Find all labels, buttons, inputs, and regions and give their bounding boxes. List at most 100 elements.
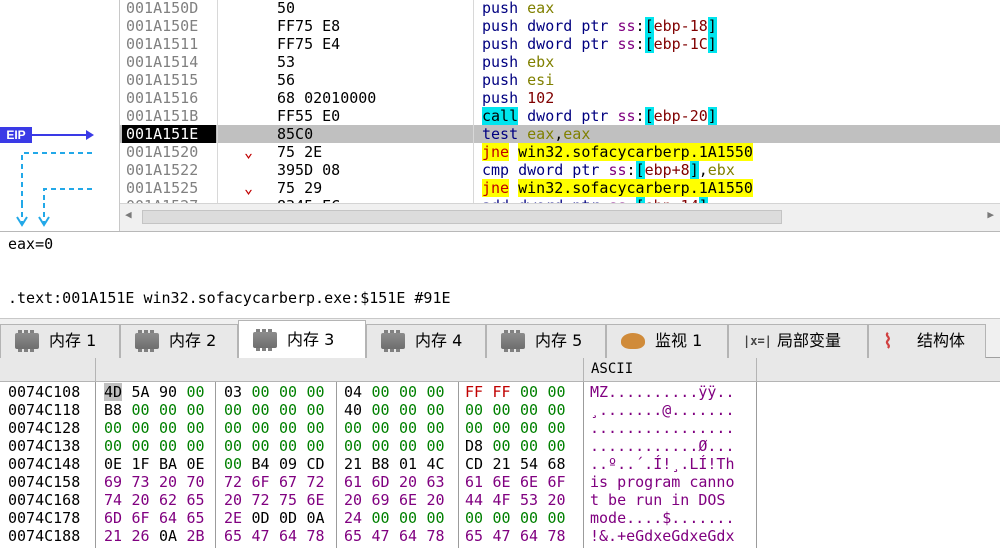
ascii-text[interactable]: ............Ø...: [590, 437, 735, 455]
hex-byte[interactable]: 00: [132, 437, 150, 455]
hex-byte[interactable]: 00: [427, 419, 445, 437]
hex-byte[interactable]: 00: [372, 509, 390, 527]
hex-byte[interactable]: 20: [548, 491, 566, 509]
hex-byte[interactable]: 00: [399, 383, 417, 401]
hex-byte[interactable]: 01: [399, 455, 417, 473]
hex-byte[interactable]: 00: [252, 437, 270, 455]
hex-byte[interactable]: 53: [520, 491, 538, 509]
hex-byte[interactable]: 4F: [493, 491, 511, 509]
hex-byte[interactable]: 75: [279, 491, 297, 509]
disasm-row[interactable]: 001A1514 53 push ebx: [0, 53, 1000, 71]
hex-byte[interactable]: 00: [224, 419, 242, 437]
memory-dump-view[interactable]: ASCII 0074C108 4D 5A 90 00 03 00 00 00 04 00 00 00 FF…: [0, 358, 1000, 548]
hex-byte[interactable]: 0A: [307, 509, 325, 527]
hex-byte[interactable]: 21: [104, 527, 122, 545]
dump-row[interactable]: 0074C188 21 26 0A 2B 65 47 64 78 65 47 64 78 65 47 64 78…: [0, 527, 1000, 545]
hex-byte[interactable]: 09: [279, 455, 297, 473]
hex-byte[interactable]: 62: [159, 491, 177, 509]
hex-byte[interactable]: 00: [372, 401, 390, 419]
hex-byte[interactable]: 00: [252, 401, 270, 419]
hex-byte[interactable]: 20: [132, 491, 150, 509]
hex-byte[interactable]: 00: [493, 509, 511, 527]
hex-byte[interactable]: 65: [465, 527, 483, 545]
hex-byte[interactable]: 00: [224, 455, 242, 473]
disasm-row[interactable]: 001A1520 ⌄ 75 2E jne win32.sofacycarberp.1A…: [0, 143, 1000, 161]
disassembly-view[interactable]: 001A150D 50 push eax 001A150E FF75 E8 push dw…: [0, 0, 1000, 203]
hex-byte[interactable]: 00: [187, 437, 205, 455]
tab-4[interactable]: 内存 4: [366, 324, 486, 358]
hex-byte[interactable]: 00: [548, 419, 566, 437]
hex-byte[interactable]: 20: [224, 491, 242, 509]
dump-row[interactable]: 0074C168 74 20 62 65 20 72 75 6E 20 69 6E 20 44 4F 53 20…: [0, 491, 1000, 509]
hex-byte[interactable]: FF: [465, 383, 483, 401]
hex-byte[interactable]: 03: [224, 383, 242, 401]
hex-byte[interactable]: 78: [427, 527, 445, 545]
hex-byte[interactable]: 63: [427, 473, 445, 491]
dump-row[interactable]: 0074C178 6D 6F 64 65 2E 0D 0D 0A 24 00 00 00 00 00 00 00…: [0, 509, 1000, 527]
hex-byte[interactable]: 61: [344, 473, 362, 491]
ascii-text[interactable]: !&.+eGdxeGdxeGdx: [590, 527, 735, 545]
hex-byte[interactable]: 00: [520, 383, 538, 401]
hex-byte[interactable]: 00: [465, 509, 483, 527]
tab-1[interactable]: 内存 1: [0, 324, 120, 358]
hex-byte[interactable]: 65: [187, 491, 205, 509]
hex-byte[interactable]: 00: [132, 419, 150, 437]
dump-row[interactable]: 0074C148 0E 1F BA 0E 00 B4 09 CD 21 B8 01 4C CD 21 54 68…: [0, 455, 1000, 473]
scroll-right-icon[interactable]: ▶: [987, 208, 994, 221]
hex-byte[interactable]: 00: [427, 437, 445, 455]
hex-byte[interactable]: 00: [493, 401, 511, 419]
hex-byte[interactable]: 40: [344, 401, 362, 419]
hex-byte[interactable]: 00: [224, 401, 242, 419]
hex-byte[interactable]: 72: [252, 491, 270, 509]
hex-byte[interactable]: 24: [344, 509, 362, 527]
hex-byte[interactable]: 6D: [104, 509, 122, 527]
hex-byte[interactable]: BA: [159, 455, 177, 473]
hex-byte[interactable]: 6E: [520, 473, 538, 491]
hex-byte[interactable]: 00: [372, 437, 390, 455]
hex-byte[interactable]: B8: [372, 455, 390, 473]
tab-7[interactable]: |x=| 局部变量: [728, 324, 868, 358]
hex-byte[interactable]: 72: [307, 473, 325, 491]
hex-byte[interactable]: B8: [104, 401, 122, 419]
disasm-row[interactable]: 001A150D 50 push eax: [0, 0, 1000, 17]
hex-byte[interactable]: 00: [493, 437, 511, 455]
hex-byte[interactable]: 4C: [427, 455, 445, 473]
hex-byte[interactable]: 6E: [399, 491, 417, 509]
hex-byte[interactable]: 00: [159, 401, 177, 419]
ascii-text[interactable]: is program canno: [590, 473, 735, 491]
hex-byte[interactable]: 00: [307, 383, 325, 401]
ascii-text[interactable]: MZ..........ÿÿ..: [590, 383, 735, 401]
hex-byte[interactable]: 00: [104, 419, 122, 437]
hex-byte[interactable]: 21: [493, 455, 511, 473]
hex-byte[interactable]: 00: [307, 419, 325, 437]
hex-byte[interactable]: 64: [279, 527, 297, 545]
dump-row[interactable]: 0074C108 4D 5A 90 00 03 00 00 00 04 00 00 00 FF FF 00 00…: [0, 383, 1000, 401]
hex-byte[interactable]: 47: [252, 527, 270, 545]
hex-byte[interactable]: 00: [252, 383, 270, 401]
disasm-row[interactable]: 001A151E 85C0 test eax,eax: [0, 125, 1000, 143]
hex-byte[interactable]: 26: [132, 527, 150, 545]
ascii-text[interactable]: ..º..´.Í!¸.LÍ!Th: [590, 455, 735, 473]
hex-byte[interactable]: 00: [520, 509, 538, 527]
hex-byte[interactable]: 00: [465, 419, 483, 437]
hex-byte[interactable]: 00: [548, 509, 566, 527]
hex-byte[interactable]: 65: [224, 527, 242, 545]
hex-byte[interactable]: 00: [159, 419, 177, 437]
hex-byte[interactable]: 00: [279, 419, 297, 437]
disasm-row[interactable]: 001A150E FF75 E8 push dword ptr ss:[ebp-18…: [0, 17, 1000, 35]
hex-byte[interactable]: 00: [187, 419, 205, 437]
hex-byte[interactable]: 4D: [104, 383, 123, 401]
hex-byte[interactable]: 6F: [132, 509, 150, 527]
hex-byte[interactable]: 00: [132, 401, 150, 419]
disasm-row[interactable]: 001A1511 FF75 E4 push dword ptr ss:[ebp-1C…: [0, 35, 1000, 53]
hex-byte[interactable]: 00: [307, 437, 325, 455]
hex-byte[interactable]: CD: [307, 455, 325, 473]
hex-byte[interactable]: 00: [493, 419, 511, 437]
ascii-text[interactable]: ¸.......@.......: [590, 401, 735, 419]
hex-byte[interactable]: 5A: [132, 383, 150, 401]
hex-byte[interactable]: 00: [344, 437, 362, 455]
tab-6[interactable]: 监视 1: [606, 324, 728, 358]
hex-byte[interactable]: 70: [187, 473, 205, 491]
ascii-text[interactable]: ................: [590, 419, 735, 437]
hex-byte[interactable]: 78: [548, 527, 566, 545]
